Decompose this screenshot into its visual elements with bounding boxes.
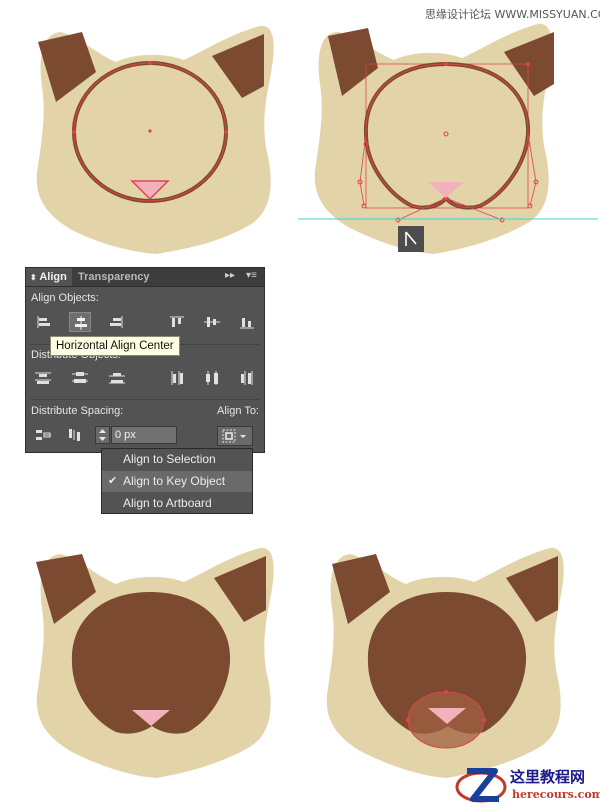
panel-tab-bar: ⬍ Align Transparency ▸▸ ▾≡ [26,268,264,287]
horizontal-align-left-icon [37,316,50,328]
cat-head-step-3 [36,547,274,778]
site-logo-url: herecours.com [512,788,600,801]
align-panel: ⬍ Align Transparency ▸▸ ▾≡ Align Objects… [25,267,265,453]
spacing-stepper[interactable] [95,426,110,444]
horizontal-align-right-icon [110,316,123,328]
menu-item-align-to-selection[interactable]: Align to Selection [102,449,252,470]
horizontal-distribute-space-icon [69,429,80,441]
menu-item-align-to-artboard[interactable]: Align to Artboard [102,493,252,514]
vertical-distribute-top-button[interactable] [32,368,54,388]
spacing-input[interactable]: 0 px [111,426,177,444]
vertical-align-bottom-button[interactable] [236,312,258,332]
vertical-distribute-center-icon [72,372,88,383]
vertical-distribute-top-icon [35,372,51,384]
horizontal-distribute-right-icon [241,371,253,385]
collapse-panel-icon[interactable]: ▸▸ [225,270,235,281]
vertical-align-bottom-icon [240,318,254,329]
align-to-label: Align To: [217,405,259,417]
vertical-distribute-center-button[interactable] [69,368,91,388]
vertical-distribute-bottom-icon [109,373,125,384]
vertical-align-top-icon [170,316,184,327]
vertical-distribute-space-button[interactable] [32,425,54,445]
align-objects-label: Align Objects: [31,292,99,304]
tab-align[interactable]: ⬍ Align [26,268,72,286]
horizontal-align-right-button[interactable] [106,312,128,332]
stepper-arrows-icon [99,429,106,441]
horizontal-align-center-icon [75,316,87,330]
cat-head-step-4 [326,547,564,778]
horizontal-align-center-button[interactable] [69,312,91,332]
align-to-dropdown-button[interactable] [217,426,253,446]
cat-head-step-1 [36,25,274,254]
horizontal-distribute-center-icon [206,371,218,385]
tooltip: Horizontal Align Center [50,336,180,356]
vertical-align-center-icon [204,317,220,327]
horizontal-distribute-left-icon [171,371,183,385]
horizontal-distribute-space-button[interactable] [64,425,86,445]
divider [30,399,260,400]
horizontal-distribute-right-button[interactable] [236,368,258,388]
vertical-distribute-space-icon [36,430,51,440]
vertical-distribute-bottom-button[interactable] [106,368,128,388]
vertical-align-center-button[interactable] [201,312,223,332]
distribute-spacing-label: Distribute Spacing: [31,405,124,417]
checkmark-icon: ✔ [108,475,118,487]
tab-arrows-icon: ⬍ [30,273,37,282]
panel-menu-icon[interactable]: ▾≡ [246,270,257,281]
align-to-menu: Align to Selection ✔ Align to Key Object… [101,448,253,514]
horizontal-distribute-center-button[interactable] [201,368,223,388]
vertical-align-top-button[interactable] [166,312,188,332]
align-to-key-object-icon [222,429,246,443]
site-logo-icon [455,768,507,803]
horizontal-align-left-button[interactable] [32,312,54,332]
menu-item-align-to-key-object[interactable]: ✔ Align to Key Object [102,471,252,492]
tab-transparency[interactable]: Transparency [78,268,150,286]
site-logo-title: 这里教程网 [510,768,586,786]
horizontal-distribute-left-button[interactable] [166,368,188,388]
cat-head-step-2 [298,23,598,254]
